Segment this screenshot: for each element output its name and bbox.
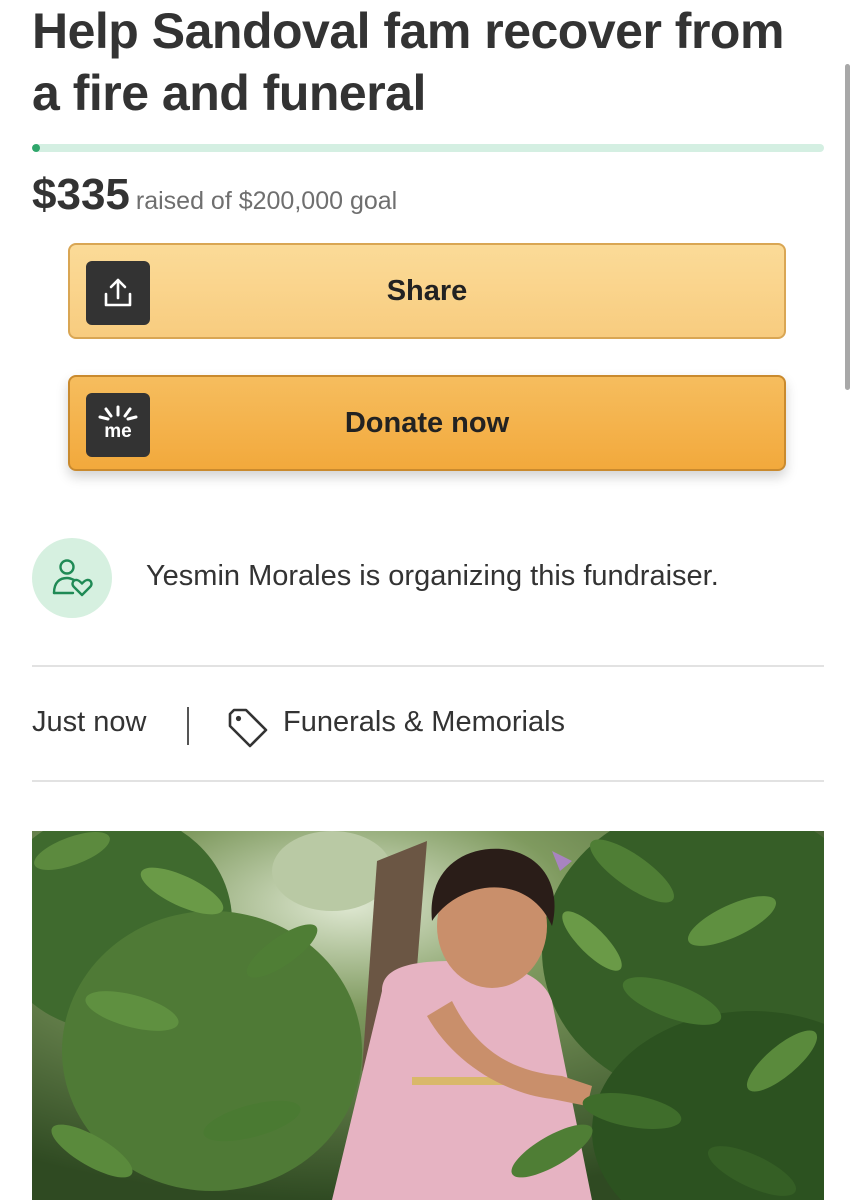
organizer-text: Yesmin Morales is organizing this fundra…	[146, 560, 719, 592]
fundraiser-page: Help Sandoval fam recover from a fire an…	[0, 0, 856, 1200]
progress-fill	[32, 144, 40, 152]
person-heart-icon	[52, 559, 93, 597]
donate-button-label: Donate now	[344, 406, 510, 439]
created-time: Just now	[32, 706, 147, 738]
divider	[32, 665, 824, 667]
category-link[interactable]: Funerals & Memorials	[283, 706, 565, 739]
scrollbar[interactable]	[845, 64, 850, 390]
amount-summary: $335 raised of $200,000 goal	[32, 170, 397, 220]
progress-bar	[32, 144, 824, 152]
goal-text: raised of $200,000 goal	[135, 187, 398, 215]
share-button[interactable]: Share	[68, 243, 786, 339]
organizer-avatar	[32, 538, 112, 618]
share-icon	[86, 261, 150, 325]
fundraiser-photo	[32, 831, 824, 1200]
tag-icon	[228, 708, 268, 748]
meta-separator	[187, 707, 189, 745]
fundraiser-title: Help Sandoval fam recover from a fire an…	[32, 3, 784, 121]
donate-logo-text: me	[104, 421, 132, 442]
donate-now-button[interactable]: me Donate now	[68, 375, 786, 471]
divider	[32, 780, 824, 782]
amount-raised: $335	[32, 170, 130, 219]
share-button-label: Share	[386, 274, 468, 307]
gofundme-logo-icon: me	[86, 393, 150, 457]
